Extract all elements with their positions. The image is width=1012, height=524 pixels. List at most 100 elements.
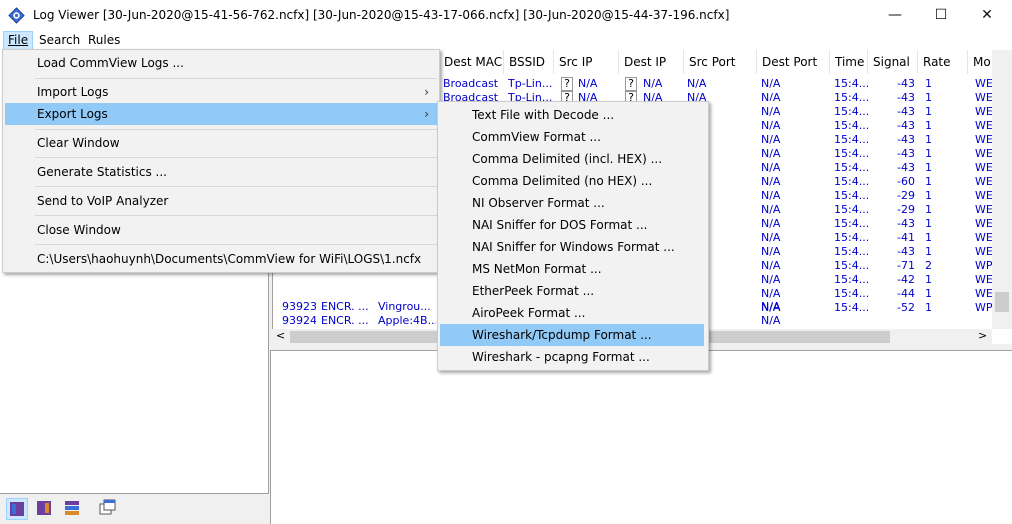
menu-rules[interactable]: Rules bbox=[84, 32, 124, 49]
cell-signal: -60 bbox=[897, 175, 915, 188]
cell-protocol: ENCR. ... bbox=[321, 300, 369, 313]
menu-search-label: Search bbox=[39, 33, 81, 47]
packet-detail-pane bbox=[270, 350, 1012, 524]
col-src-ip[interactable]: Src IP bbox=[554, 50, 619, 74]
cell-rate: 1 bbox=[925, 231, 932, 244]
cell-bssid: Tp-Lin... bbox=[508, 91, 553, 101]
windows-button[interactable] bbox=[98, 498, 118, 518]
col-rate[interactable]: Rate bbox=[918, 50, 968, 74]
cell-rate: 1 bbox=[925, 147, 932, 160]
cell-src-port: N/A bbox=[687, 91, 707, 101]
col-bssid[interactable]: BSSID bbox=[504, 50, 554, 74]
cell-time: 15:4... bbox=[834, 161, 868, 174]
menu-search[interactable]: Search bbox=[35, 32, 84, 49]
export-item-10[interactable]: AiroPeek Format ... bbox=[440, 302, 704, 324]
cell-time: 15:4... bbox=[834, 203, 868, 216]
export-item-12[interactable]: Wireshark - pcapng Format ... bbox=[440, 346, 704, 368]
minimize-button[interactable]: — bbox=[872, 0, 918, 30]
layout-left-button[interactable] bbox=[6, 498, 28, 520]
cell-time: 15:4... bbox=[834, 105, 868, 118]
export-item-5[interactable]: NI Observer Format ... bbox=[440, 192, 704, 214]
menu-item-close-window[interactable]: Close Window bbox=[5, 219, 437, 241]
cell-dest-port: N/A bbox=[761, 119, 781, 132]
cell-number: 93923 bbox=[282, 300, 316, 313]
col-dest-port[interactable]: Dest Port bbox=[757, 50, 830, 74]
layout-right-button[interactable] bbox=[34, 498, 54, 518]
export-item-3[interactable]: Comma Delimited (incl. HEX) ... bbox=[440, 148, 704, 170]
cell-dest-port: N/A bbox=[761, 287, 781, 300]
cell-time: 15:4... bbox=[834, 245, 868, 258]
windows-icon bbox=[99, 499, 116, 515]
cell-dest-ip: N/A bbox=[643, 77, 663, 90]
cell-dest-port: N/A bbox=[761, 314, 781, 327]
cell-time: 15:4... bbox=[834, 217, 868, 230]
col-dest-mac[interactable]: Dest MAC bbox=[439, 50, 504, 74]
submenu-arrow-icon: › bbox=[424, 85, 429, 99]
menu-item-generate-statistics[interactable]: Generate Statistics ... bbox=[5, 161, 437, 183]
cell-dest-port: N/A bbox=[761, 203, 781, 216]
export-item-8[interactable]: MS NetMon Format ... bbox=[440, 258, 704, 280]
cell-signal: -71 bbox=[897, 259, 915, 272]
export-item-9[interactable]: EtherPeek Format ... bbox=[440, 280, 704, 302]
menu-item-clear-window[interactable]: Clear Window bbox=[5, 132, 437, 154]
cell-rate: 1 bbox=[925, 77, 932, 90]
menu-item-export-logs[interactable]: Export Logs › bbox=[5, 103, 437, 125]
col-src-port[interactable]: Src Port bbox=[684, 50, 757, 74]
scroll-right-arrow[interactable]: > bbox=[978, 329, 987, 342]
layout-left-icon bbox=[10, 502, 24, 516]
menu-file-label: File bbox=[8, 33, 29, 47]
export-item-4[interactable]: Comma Delimited (no HEX) ... bbox=[440, 170, 704, 192]
col-signal[interactable]: Signal bbox=[868, 50, 918, 74]
cell-rate: 1 bbox=[925, 175, 932, 188]
cell-time: 15:4... bbox=[834, 189, 868, 202]
cell-time: 15:4... bbox=[834, 133, 868, 146]
cell-src-ip-flag: ? bbox=[561, 91, 573, 101]
cell-rate: 1 bbox=[925, 217, 932, 230]
menu-separator bbox=[35, 129, 437, 130]
export-item-2[interactable]: CommView Format ... bbox=[440, 126, 704, 148]
maximize-button[interactable]: ☐ bbox=[918, 0, 964, 30]
col-dest-ip[interactable]: Dest IP bbox=[619, 50, 684, 74]
cell-rate: 1 bbox=[925, 189, 932, 202]
cell-dest-mac: Broadcast bbox=[443, 77, 499, 90]
col-time[interactable]: Time bbox=[830, 50, 868, 74]
menu-file[interactable]: File bbox=[3, 31, 34, 50]
cell-dest-port: N/A bbox=[761, 91, 781, 101]
cell-time: 15:4... bbox=[834, 259, 868, 272]
menu-item-load-logs[interactable]: Load CommView Logs ... bbox=[5, 52, 437, 74]
menu-item-export-label: Export Logs bbox=[37, 107, 108, 121]
vertical-scrollbar[interactable] bbox=[992, 50, 1012, 329]
cell-bssid: Tp-Lin... bbox=[508, 77, 553, 90]
export-item-11[interactable]: Wireshark/Tcpdump Format ... bbox=[440, 324, 704, 346]
cell-dest-port: N/A bbox=[761, 245, 781, 258]
cell-signal: -43 bbox=[897, 77, 915, 90]
cell-time: 15:4... bbox=[834, 91, 868, 101]
menu-separator bbox=[35, 215, 437, 216]
cell-signal: -29 bbox=[897, 203, 915, 216]
cell-time: 15:4... bbox=[834, 77, 868, 90]
menu-separator bbox=[35, 186, 437, 187]
menu-item-recent-file[interactable]: C:\Users\haohuynh\Documents\CommView for… bbox=[5, 248, 437, 270]
cell-src-ip-flag: ? bbox=[561, 77, 573, 91]
cell-dest-port: N/A bbox=[761, 273, 781, 286]
cell-signal: -42 bbox=[897, 273, 915, 286]
cell-dest-ip-flag: ? bbox=[625, 77, 637, 91]
export-item-1[interactable]: Text File with Decode ... bbox=[440, 104, 704, 126]
layout-stack-icon bbox=[65, 501, 79, 515]
scroll-left-arrow[interactable]: < bbox=[276, 329, 285, 342]
cell-time: 15:4... bbox=[834, 273, 868, 286]
submenu-arrow-icon: › bbox=[424, 107, 429, 121]
menu-item-import-label: Import Logs bbox=[37, 85, 109, 99]
cell-rate: 1 bbox=[925, 119, 932, 132]
close-button[interactable]: ✕ bbox=[964, 0, 1010, 30]
cell-rate: 1 bbox=[925, 203, 932, 216]
export-item-7[interactable]: NAI Sniffer for Windows Format ... bbox=[440, 236, 704, 258]
layout-stack-button[interactable] bbox=[62, 498, 82, 518]
vertical-scroll-thumb[interactable] bbox=[995, 292, 1009, 312]
menu-item-send-voip[interactable]: Send to VoIP Analyzer bbox=[5, 190, 437, 212]
cell-src-mac: Apple:4B... bbox=[378, 314, 436, 327]
cell-dest-port: N/A bbox=[761, 259, 781, 272]
export-item-6[interactable]: NAI Sniffer for DOS Format ... bbox=[440, 214, 704, 236]
menu-item-import-logs[interactable]: Import Logs › bbox=[5, 81, 437, 103]
cell-src-mac: Vingrou... bbox=[378, 300, 431, 313]
